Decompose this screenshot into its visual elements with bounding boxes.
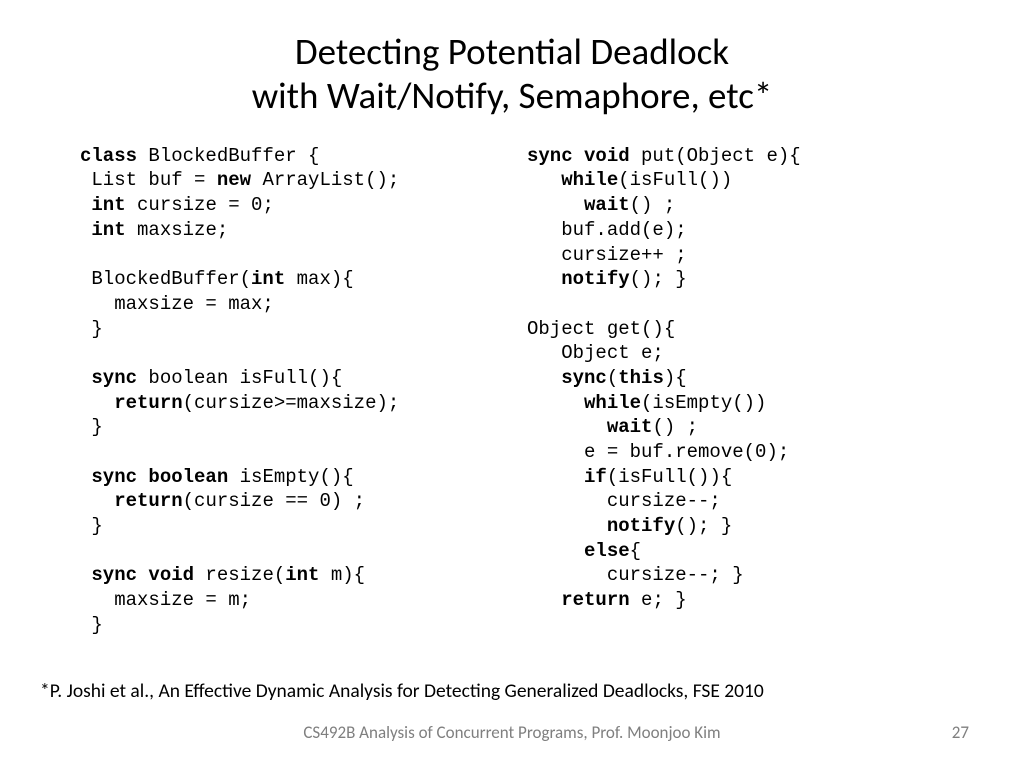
txt (80, 194, 91, 216)
txt (527, 392, 584, 414)
txt (527, 466, 584, 488)
txt: e; } (630, 589, 687, 611)
txt (80, 466, 91, 488)
txt: ( (607, 367, 618, 389)
txt: BlockedBuffer( (80, 268, 251, 290)
kw: int (91, 194, 125, 216)
txt: maxsize = m; (80, 589, 251, 611)
txt (527, 268, 561, 290)
txt: ArrayList(); (251, 169, 399, 191)
title-line-2: with Wait/Notify, Semaphore, etc* (252, 73, 773, 118)
txt (527, 169, 561, 191)
txt: (cursize == 0) ; (183, 490, 365, 512)
txt: (cursize>=maxsize); (183, 392, 400, 414)
kw: sync void (527, 145, 630, 167)
kw: wait (584, 194, 630, 216)
kw: notify (561, 268, 629, 290)
txt: Object e; (527, 342, 664, 364)
kw: int (251, 268, 285, 290)
txt: Object get(){ (527, 318, 675, 340)
code-columns: class BlockedBuffer { List buf = new Arr… (40, 144, 984, 638)
code-left-column: class BlockedBuffer { List buf = new Arr… (80, 144, 497, 638)
txt: resize( (194, 564, 285, 586)
kw: int (285, 564, 319, 586)
txt (80, 392, 114, 414)
txt: } (80, 614, 103, 636)
txt: e = buf.remove(0); (527, 441, 789, 463)
txt: { (630, 540, 641, 562)
txt (527, 194, 584, 216)
txt: isEmpty(){ (228, 466, 353, 488)
kw: wait (607, 416, 653, 438)
page-number: 27 (952, 722, 969, 743)
kw: int (91, 219, 125, 241)
kw: return (114, 392, 182, 414)
slide-title: Detecting Potential Deadlock with Wait/N… (40, 30, 984, 119)
title-line-1: Detecting Potential Deadlock (295, 29, 729, 74)
txt: cursize = 0; (126, 194, 274, 216)
kw: if (584, 466, 607, 488)
txt: buf.add(e); (527, 219, 687, 241)
kw: sync boolean (91, 466, 228, 488)
txt (80, 367, 91, 389)
txt (80, 490, 114, 512)
txt: boolean isFull(){ (137, 367, 342, 389)
txt: BlockedBuffer { (137, 145, 319, 167)
txt: max){ (285, 268, 353, 290)
txt: put(Object e){ (630, 145, 801, 167)
txt: () ; (630, 194, 676, 216)
txt: cursize--; (527, 490, 721, 512)
kw: sync void (91, 564, 194, 586)
txt: cursize--; } (527, 564, 744, 586)
txt: (isFull()){ (607, 466, 732, 488)
kw: class (80, 145, 137, 167)
footer-text: CS492B Analysis of Concurrent Programs, … (0, 722, 1024, 743)
txt (527, 589, 561, 611)
kw: while (584, 392, 641, 414)
txt: maxsize = max; (80, 293, 274, 315)
citation-text: *P. Joshi et al., An Effective Dynamic A… (40, 679, 984, 703)
kw: this (618, 367, 664, 389)
txt: (); } (675, 515, 732, 537)
kw: notify (607, 515, 675, 537)
txt: (); } (630, 268, 687, 290)
kw: return (114, 490, 182, 512)
txt (80, 219, 91, 241)
txt: m){ (319, 564, 365, 586)
kw: sync (91, 367, 137, 389)
txt: maxsize; (126, 219, 229, 241)
kw: sync (561, 367, 607, 389)
txt: } (80, 416, 103, 438)
kw: return (561, 589, 629, 611)
kw: while (561, 169, 618, 191)
code-right-column: sync void put(Object e){ while(isFull())… (527, 144, 944, 638)
txt: ){ (664, 367, 687, 389)
slide: Detecting Potential Deadlock with Wait/N… (0, 0, 1024, 768)
txt: (isEmpty()) (641, 392, 766, 414)
txt: cursize++ ; (527, 244, 687, 266)
txt: } (80, 318, 103, 340)
kw: else (584, 540, 630, 562)
txt (527, 540, 584, 562)
txt: () ; (652, 416, 698, 438)
kw: new (217, 169, 251, 191)
txt: } (80, 515, 103, 537)
txt (527, 367, 561, 389)
txt (80, 564, 91, 586)
txt: List buf = (80, 169, 217, 191)
txt (527, 515, 607, 537)
txt (527, 416, 607, 438)
txt: (isFull()) (618, 169, 732, 191)
